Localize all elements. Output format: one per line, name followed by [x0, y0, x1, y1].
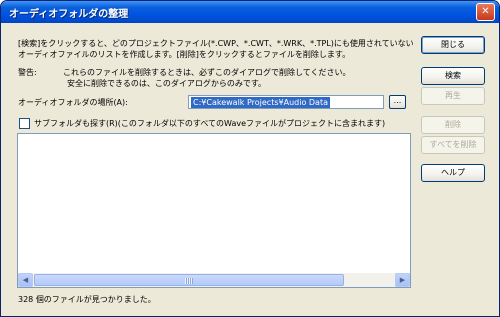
status-text: 328 個のファイルが見つかりました。: [18, 295, 156, 304]
close-button[interactable]: 閉じる: [421, 36, 485, 54]
warning-text: これらのファイルを削除するときは、必ずこのダイアログで削除してください。 安全に…: [63, 67, 351, 89]
location-label: オーディオフォルダの場所(A):: [18, 98, 128, 107]
close-icon[interactable]: ✕: [476, 3, 495, 21]
horizontal-scrollbar[interactable]: ◀ ▶: [18, 273, 410, 287]
description-line-1: [検索]をクリックすると、どのプロジェクトファイル(*.CWP、*.CWT、*.…: [18, 39, 414, 48]
help-button[interactable]: ヘルプ: [421, 164, 485, 182]
search-button[interactable]: 検索: [421, 67, 485, 85]
window-title: オーディオフォルダの整理: [9, 9, 129, 20]
location-input[interactable]: C:¥Cakewalk Projects¥Audio Data: [188, 95, 384, 109]
scroll-left-icon[interactable]: ◀: [18, 273, 33, 287]
warning-line-2: 安全に削除できるのは、このダイアログからのみです。: [67, 79, 267, 88]
browse-button[interactable]: ...: [389, 95, 406, 109]
scroll-right-icon[interactable]: ▶: [395, 273, 410, 287]
title-bar[interactable]: オーディオフォルダの整理 ✕: [1, 1, 499, 23]
delete-all-button[interactable]: すべてを削除: [421, 136, 485, 154]
subfolder-label[interactable]: サブフォルダも探す(R)(このフォルダ以下のすべてのWaveファイルがプロジェク…: [34, 118, 385, 129]
dialog-window: オーディオフォルダの整理 ✕ [検索]をクリックすると、どのプロジェクトファイル…: [0, 0, 500, 317]
scrollbar-thumb[interactable]: [34, 274, 344, 286]
delete-button[interactable]: 削除: [421, 116, 485, 134]
description-text: [検索]をクリックすると、どのプロジェクトファイル(*.CWP、*.CWT、*.…: [18, 38, 414, 60]
file-list[interactable]: ◀ ▶: [17, 133, 411, 288]
warning-line-1: これらのファイルを削除するときは、必ずこのダイアログで削除してください。: [63, 68, 351, 77]
location-input-value: C:¥Cakewalk Projects¥Audio Data: [191, 97, 330, 108]
subfolder-checkbox[interactable]: [19, 118, 30, 129]
scrollbar-grip-icon: [185, 278, 193, 284]
warning-label: 警告:: [18, 68, 37, 77]
play-button[interactable]: 再生: [421, 87, 485, 105]
description-line-2: オーディオファイルのリストを作成します。[削除]をクリックするとファイルを削除し…: [18, 50, 351, 59]
